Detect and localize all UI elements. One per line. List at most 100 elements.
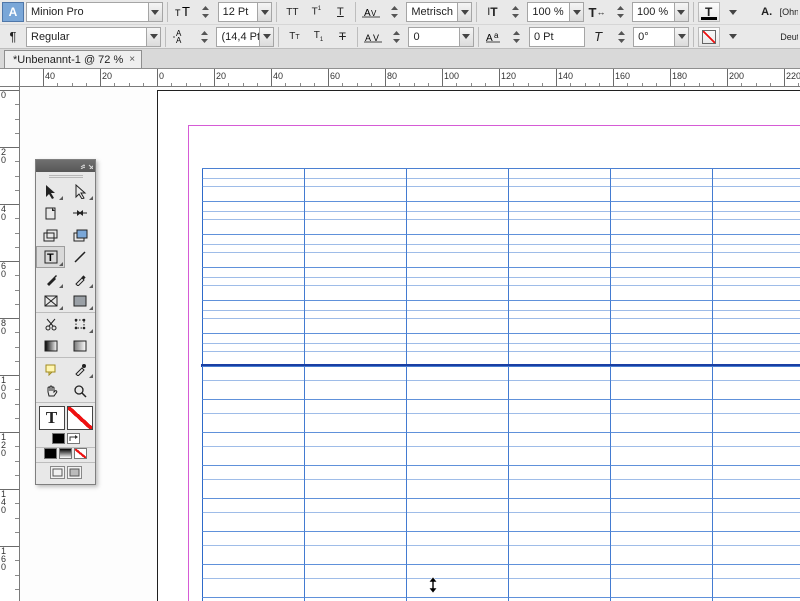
apply-gradient[interactable]: [59, 448, 72, 459]
kerning-stepper[interactable]: [384, 2, 404, 22]
horizontal-scale-value: 100 %: [633, 6, 674, 18]
horizontal-ruler[interactable]: 4020020406080100120140160180200220: [20, 69, 800, 87]
close-icon[interactable]: ×: [129, 54, 135, 65]
stroke-text-dropdown[interactable]: [722, 27, 744, 47]
subscript-button[interactable]: T1: [307, 27, 329, 47]
chevron-down-icon[interactable]: [674, 3, 688, 21]
view-mode-preview[interactable]: [67, 466, 82, 479]
close-icon[interactable]: [88, 164, 93, 169]
eyedropper-tool[interactable]: [66, 358, 95, 380]
chevron-down-icon[interactable]: [259, 28, 273, 46]
canvas-area[interactable]: [20, 87, 800, 601]
superscript-button[interactable]: T1: [305, 2, 327, 22]
font-family-combo[interactable]: Minion Pro: [26, 2, 163, 22]
baseline-shift-field[interactable]: 0 Pt: [529, 27, 585, 47]
content-placer-tool[interactable]: [66, 224, 95, 246]
font-size-stepper[interactable]: [196, 2, 216, 22]
pencil-tool[interactable]: [66, 268, 95, 290]
skew-icon: T: [587, 27, 609, 47]
swap-fill-stroke[interactable]: [67, 433, 80, 444]
horizontal-scale-combo[interactable]: 100 %: [632, 2, 689, 22]
tracking-value: 0: [409, 31, 458, 43]
svg-text:a: a: [494, 31, 499, 40]
leading-stepper[interactable]: [194, 27, 214, 47]
collapse-icon[interactable]: [80, 164, 85, 169]
all-caps-button[interactable]: TT: [281, 2, 303, 22]
document-tab-title: *Unbenannt-1 @ 72 %: [13, 54, 123, 66]
horizontal-scale-icon: T↔: [586, 2, 608, 22]
selection-tool[interactable]: [36, 180, 65, 202]
panel-header[interactable]: [36, 160, 95, 172]
svg-text:A: A: [176, 36, 182, 44]
baseline-shift-stepper[interactable]: [507, 27, 527, 47]
skew-combo[interactable]: 0°: [633, 27, 689, 47]
format-text-fill[interactable]: T: [39, 406, 65, 430]
chevron-down-icon[interactable]: [569, 3, 583, 21]
tools-panel[interactable]: T T: [35, 159, 96, 485]
gradient-swatch-tool[interactable]: [36, 335, 65, 357]
tracking-combo[interactable]: 0: [408, 27, 473, 47]
kerning-combo[interactable]: Metrisch: [406, 2, 472, 22]
type-tool[interactable]: T: [36, 246, 65, 268]
character-panel-toggle[interactable]: A: [2, 2, 24, 22]
note-tool[interactable]: [36, 358, 65, 380]
tracking-stepper[interactable]: [386, 27, 406, 47]
document-tab[interactable]: *Unbenannt-1 @ 72 % ×: [4, 50, 142, 68]
table-frame[interactable]: [202, 168, 800, 601]
default-fill-stroke[interactable]: [52, 433, 65, 444]
underline-button[interactable]: T: [329, 2, 351, 22]
skew-value: 0°: [634, 31, 674, 43]
vertical-scale-icon: IT: [481, 2, 503, 22]
format-text-stroke[interactable]: [67, 406, 93, 430]
scissors-tool[interactable]: [36, 313, 65, 335]
vertical-ruler[interactable]: 020406080100120140160180: [0, 87, 20, 601]
skew-stepper[interactable]: [611, 27, 631, 47]
horizontal-scale-stepper[interactable]: [610, 2, 630, 22]
font-size-icon: TT: [172, 2, 194, 22]
gap-tool[interactable]: [66, 202, 95, 224]
vertical-scale-value: 100 %: [528, 6, 569, 18]
svg-text:T: T: [182, 5, 190, 19]
language-value: Deut: [780, 32, 798, 42]
row-resize-cursor-icon: [426, 577, 440, 593]
strikethrough-button[interactable]: T: [331, 27, 353, 47]
vertical-scale-stepper[interactable]: [505, 2, 525, 22]
svg-text:T: T: [47, 252, 54, 264]
font-size-combo[interactable]: 12 Pt: [218, 2, 273, 22]
paragraph-panel-toggle[interactable]: ¶: [2, 27, 24, 47]
small-caps-button[interactable]: TT: [283, 27, 305, 47]
rectangle-tool[interactable]: [66, 290, 95, 312]
font-style-value: Regular: [27, 31, 146, 43]
font-style-combo[interactable]: Regular: [26, 27, 161, 47]
kerning-value: Metrisch: [407, 6, 457, 18]
chevron-down-icon[interactable]: [459, 28, 473, 46]
hand-tool[interactable]: [36, 380, 65, 402]
chevron-down-icon[interactable]: [457, 3, 471, 21]
vertical-scale-combo[interactable]: 100 %: [527, 2, 584, 22]
line-tool[interactable]: [66, 246, 95, 268]
panel-grip[interactable]: [36, 172, 95, 180]
workspace: 4020020406080100120140160180200220 02040…: [0, 69, 800, 601]
rectangle-frame-tool[interactable]: [36, 290, 65, 312]
content-collector-tool[interactable]: [36, 224, 65, 246]
ruler-origin[interactable]: [0, 69, 20, 87]
fill-text-color[interactable]: T: [698, 2, 720, 22]
free-transform-tool[interactable]: [66, 313, 95, 335]
gradient-feather-tool[interactable]: [66, 335, 95, 357]
chevron-down-icon[interactable]: [674, 28, 688, 46]
chevron-down-icon[interactable]: [148, 3, 162, 21]
chevron-down-icon[interactable]: [257, 3, 271, 21]
view-mode-normal[interactable]: [50, 466, 65, 479]
baseline-shift-value: 0 Pt: [530, 31, 584, 43]
apply-none[interactable]: [74, 448, 87, 459]
apply-color[interactable]: [44, 448, 57, 459]
page-tool[interactable]: [36, 202, 65, 224]
fill-text-dropdown[interactable]: [722, 2, 744, 22]
leading-combo[interactable]: (14,4 Pt): [216, 27, 274, 47]
zoom-tool[interactable]: [66, 380, 95, 402]
pen-tool[interactable]: [36, 268, 65, 290]
stroke-text-color[interactable]: [698, 27, 720, 47]
direct-selection-tool[interactable]: [66, 180, 95, 202]
chevron-down-icon[interactable]: [146, 28, 160, 46]
baseline-shift-icon: Aa: [483, 27, 505, 47]
